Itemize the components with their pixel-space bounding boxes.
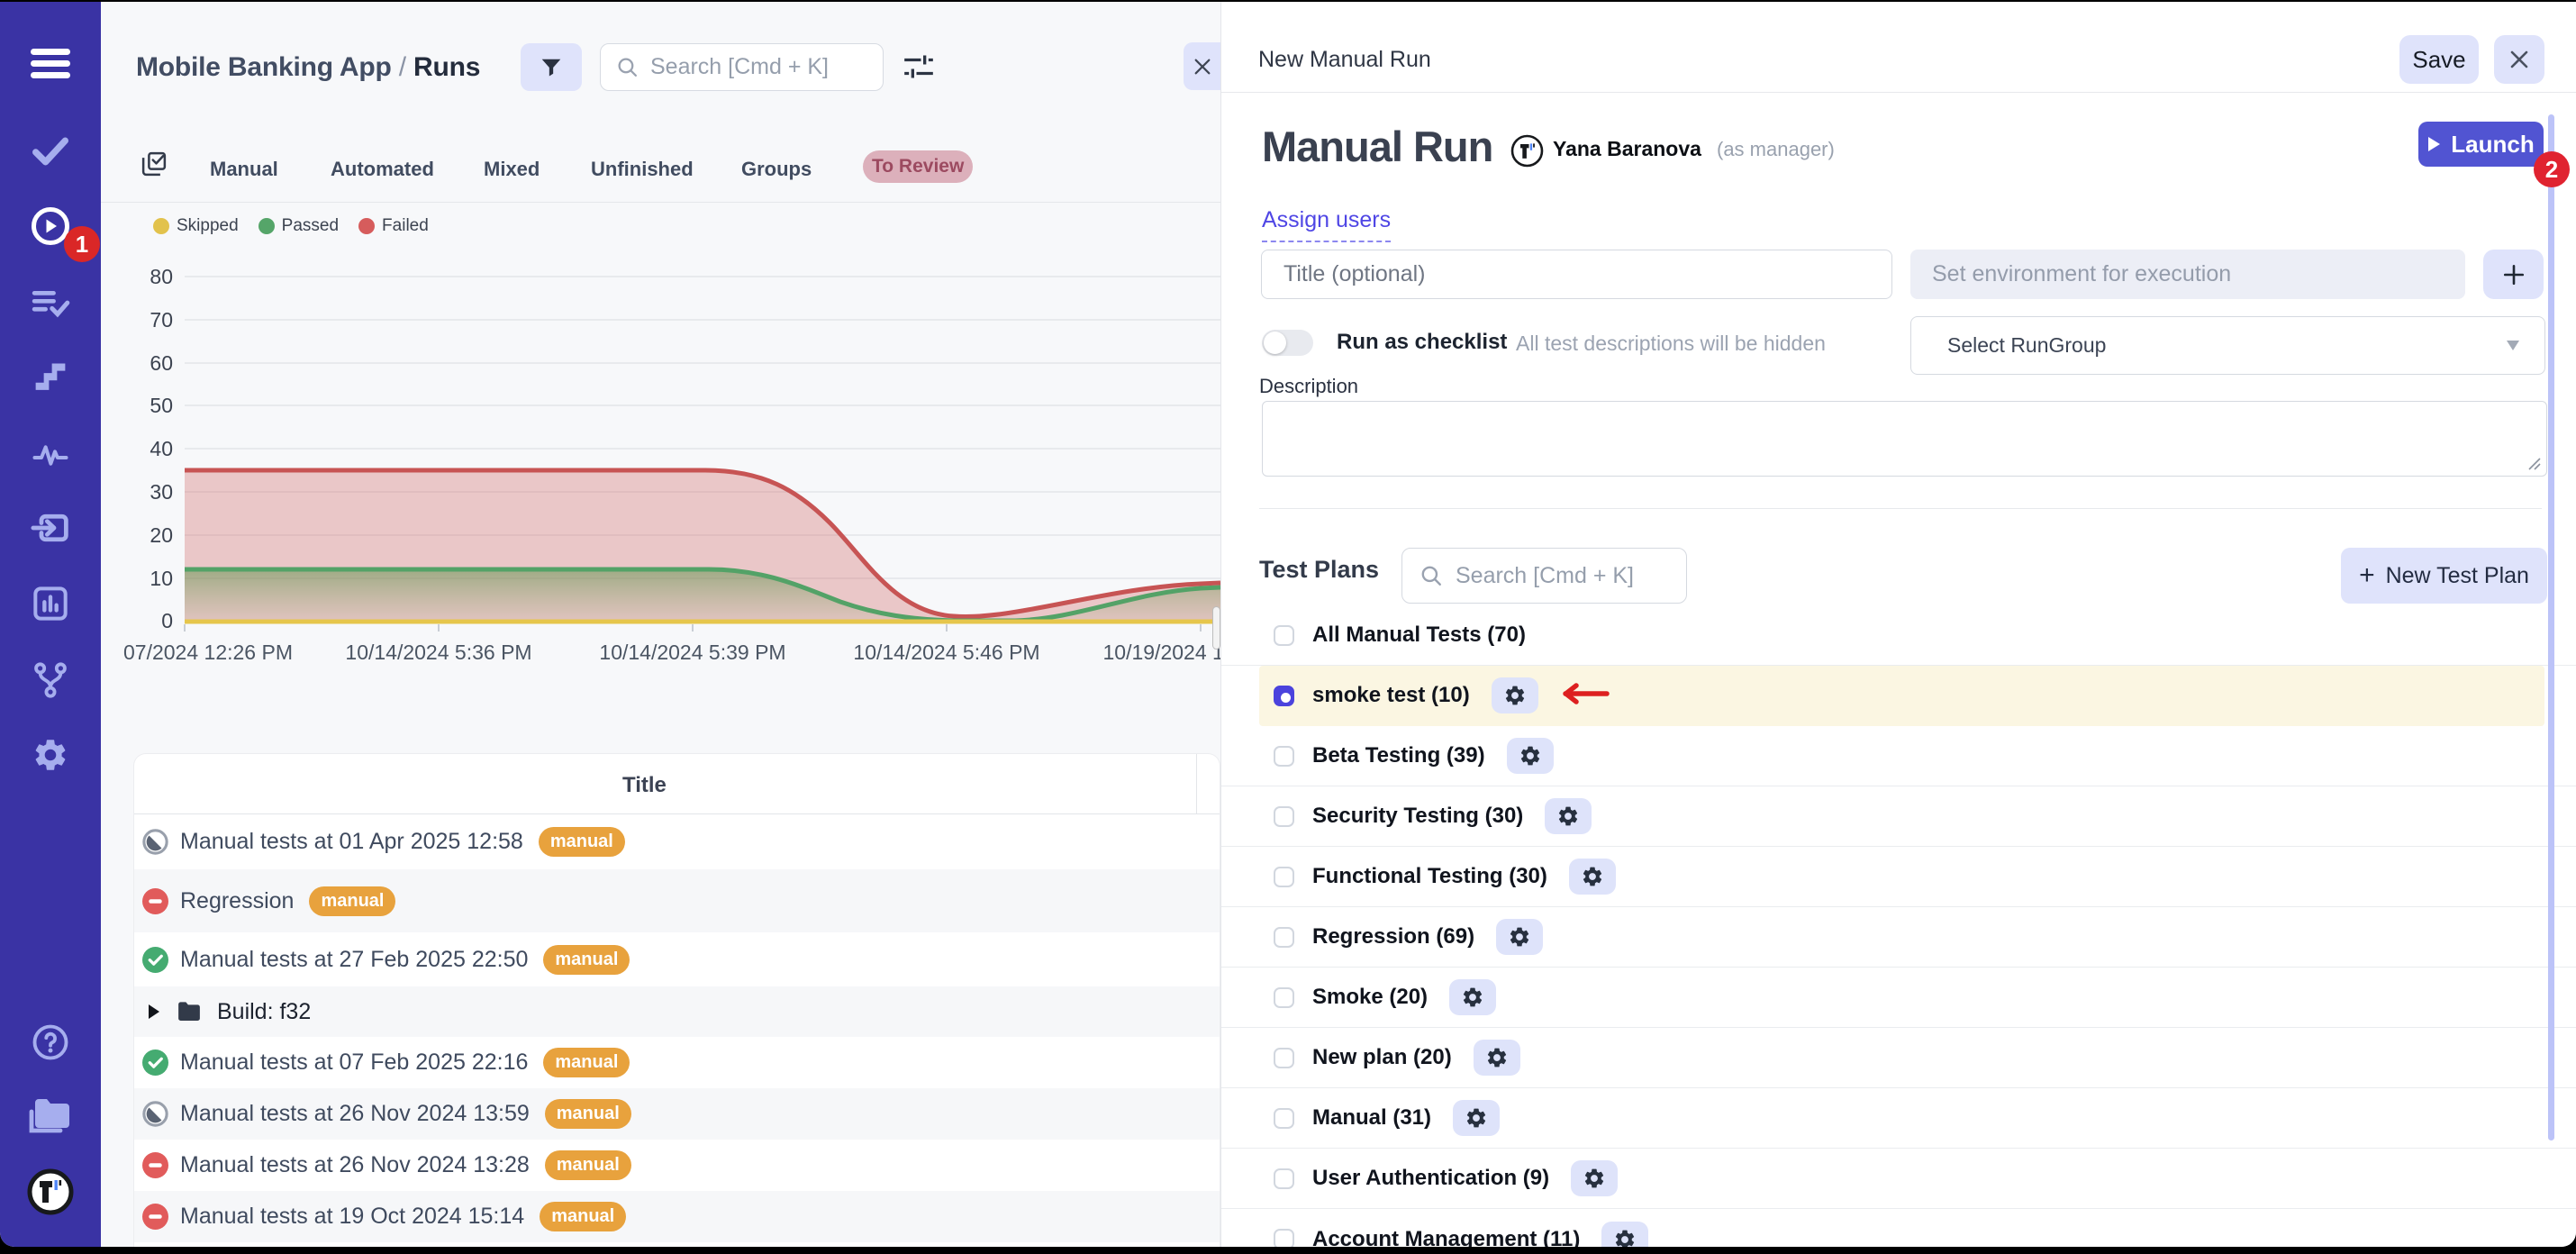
svg-text:10/14/2024 5:39 PM: 10/14/2024 5:39 PM	[599, 641, 785, 664]
svg-text:10/14/2024 5:46 PM: 10/14/2024 5:46 PM	[853, 641, 1039, 664]
svg-text:10/19/2024 11:23 AM: 10/19/2024 11:23 AM	[1103, 641, 1220, 664]
svg-text:10/14/2024 5:36 PM: 10/14/2024 5:36 PM	[345, 641, 531, 664]
svg-text:07/2024 12:26 PM: 07/2024 12:26 PM	[123, 641, 293, 664]
